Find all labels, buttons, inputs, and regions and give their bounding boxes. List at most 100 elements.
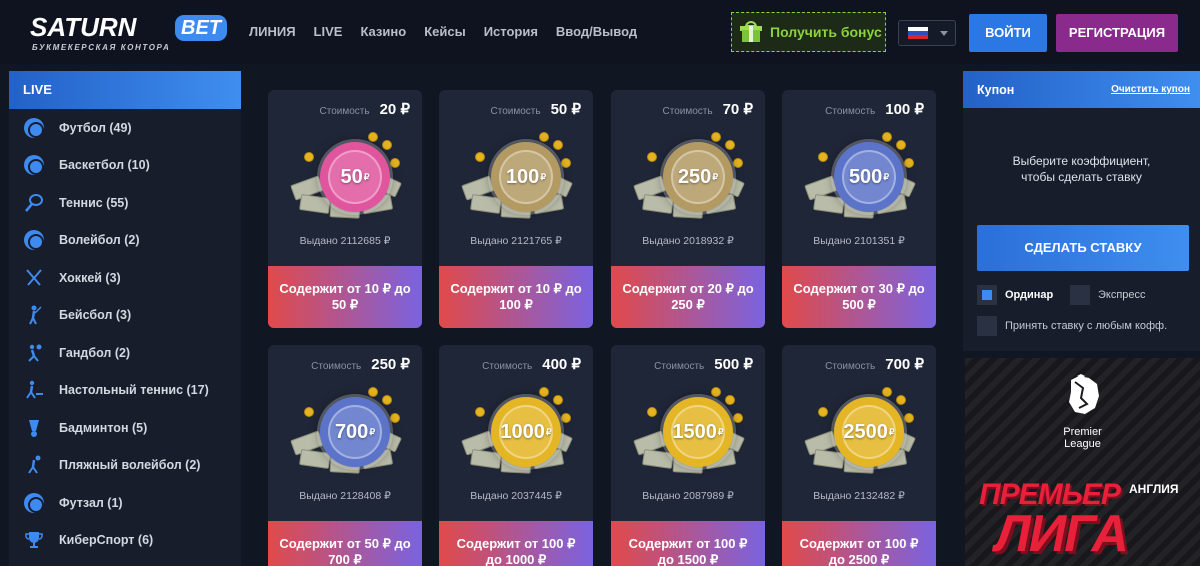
gold-coin-icon <box>711 132 721 142</box>
sidebar-item-label: КиберСпорт (6) <box>59 533 154 548</box>
sidebar-item-label: Бейсбол (3) <box>59 308 132 323</box>
case-issued-total: Выдано 2101351 ₽ <box>813 235 905 247</box>
sidebar-item-tennis[interactable]: Теннис (55) <box>9 184 241 222</box>
accept-any-odds-option[interactable]: Принять ставку с любым кофф. <box>977 316 1167 336</box>
ruble-sign: ₽ <box>883 171 890 182</box>
case-coin-value: 250 <box>677 165 712 188</box>
ruble-sign: ₽ <box>717 426 724 437</box>
sidebar-item-badminton[interactable]: Бадминтон (5) <box>9 409 241 447</box>
case-issued-total: Выдано 2112685 ₽ <box>299 235 391 247</box>
express-bet-checkbox[interactable] <box>1070 285 1090 305</box>
case-issued-total: Выдано 2121765 ₽ <box>470 235 562 247</box>
case-card[interactable]: Стоимость 700 ₽ 2500 ₽ Выдано 2132482 ₽ … <box>782 345 936 566</box>
case-issued-total: Выдано 2128408 ₽ <box>299 490 391 502</box>
case-cost-label: Стоимость <box>311 361 362 372</box>
case-cost-value: 250 ₽ <box>371 356 410 373</box>
case-card[interactable]: Стоимость 50 ₽ 100 ₽ Выдано 2121765 ₽ Со… <box>439 90 593 328</box>
premier-league-banner[interactable]: Premier League ПРЕМЬЕР АНГЛИЯ ЛИГА <box>965 358 1200 566</box>
nav-deposit-withdraw[interactable]: Ввод/Вывод <box>556 24 637 40</box>
banner-headline-league: ЛИГА <box>995 505 1129 563</box>
single-bet-checkbox[interactable] <box>977 285 997 305</box>
cases-grid: Стоимость 20 ₽ 50 ₽ Выдано 2112685 ₽ Сод… <box>250 71 954 566</box>
pl-text-line-2: League <box>1064 438 1101 450</box>
case-cost-value: 20 ₽ <box>379 101 410 118</box>
nav-line[interactable]: ЛИНИЯ <box>249 24 296 40</box>
case-card[interactable]: Стоимость 500 ₽ 1500 ₽ Выдано 2087989 ₽ … <box>611 345 765 566</box>
case-card[interactable]: Стоимость 250 ₽ 700 ₽ Выдано 2128408 ₽ С… <box>268 345 422 566</box>
gold-coin-icon <box>475 407 485 417</box>
case-contains-range: Содержит от 10 ₽ до 100 ₽ <box>439 266 593 328</box>
saturnbet-logo[interactable]: SATURN BET БУКМЕКЕРСКАЯ КОНТОРА <box>30 12 230 54</box>
case-card[interactable]: Стоимость 20 ₽ 50 ₽ Выдано 2112685 ₽ Сод… <box>268 90 422 328</box>
case-cost-label: Стоимость <box>482 361 533 372</box>
coin-face: 500 ₽ <box>842 150 896 204</box>
gold-coin-icon <box>539 132 549 142</box>
sidebar-item-table-tennis[interactable]: Настольный теннис (17) <box>9 372 241 410</box>
volleyball-icon <box>23 229 45 251</box>
basketball-icon <box>23 154 45 176</box>
case-coin-value: 1500 <box>672 420 717 443</box>
case-card[interactable]: Стоимость 400 ₽ 1000 ₽ Выдано 2037445 ₽ … <box>439 345 593 566</box>
express-bet-option[interactable]: Экспресс <box>1070 285 1146 305</box>
case-card[interactable]: Стоимость 70 ₽ 250 ₽ Выдано 2018932 ₽ Со… <box>611 90 765 328</box>
gold-coin-icon <box>896 140 906 150</box>
gold-coin-icon <box>733 158 743 168</box>
gold-coin-icon <box>561 413 571 423</box>
case-cost: Стоимость 700 ₽ <box>825 355 924 373</box>
case-coin-value: 100 <box>505 165 540 188</box>
nav-cases[interactable]: Кейсы <box>424 24 466 40</box>
case-card[interactable]: Стоимость 100 ₽ 500 ₽ Выдано 2101351 ₽ С… <box>782 90 936 328</box>
case-contains-range: Содержит от 100 ₽ до 2500 ₽ <box>782 521 936 566</box>
case-coin: 1000 ₽ <box>491 397 561 467</box>
ruble-sign: ₽ <box>545 426 552 437</box>
pl-text-line-1: Premier <box>1063 426 1102 438</box>
case-contains-range: Содержит от 30 ₽ до 500 ₽ <box>782 266 936 328</box>
sidebar-title[interactable]: LIVE <box>9 71 241 109</box>
gold-coin-icon <box>304 152 314 162</box>
sidebar-item-basketball[interactable]: Баскетбол (10) <box>9 147 241 185</box>
login-button[interactable]: ВОЙТИ <box>969 14 1047 52</box>
sidebar-item-futsal[interactable]: Футзал (1) <box>9 484 241 522</box>
gold-coin-icon <box>647 152 657 162</box>
sidebar-item-handball[interactable]: Гандбол (2) <box>9 334 241 372</box>
language-selector[interactable] <box>898 20 956 46</box>
accept-any-odds-checkbox[interactable] <box>977 316 997 336</box>
table-tennis-icon <box>23 379 45 401</box>
sidebar-item-label: Пляжный волейбол (2) <box>59 458 201 473</box>
nav-casino[interactable]: Казино <box>360 24 406 40</box>
get-bonus-label: Получить бонус <box>770 24 882 40</box>
gold-coin-icon <box>553 140 563 150</box>
sidebar-item-beach-volleyball[interactable]: Пляжный волейбол (2) <box>9 447 241 485</box>
sidebar-item-baseball[interactable]: Бейсбол (3) <box>9 297 241 335</box>
sidebar-item-esports[interactable]: КиберСпорт (6) <box>9 522 241 560</box>
nav-live[interactable]: LIVE <box>314 24 343 40</box>
gold-coin-icon <box>725 395 735 405</box>
clear-coupon-link[interactable]: Очистить купон <box>1111 84 1190 95</box>
get-bonus-button[interactable]: Получить бонус <box>731 12 886 52</box>
gift-icon <box>740 21 762 43</box>
gold-coin-icon <box>733 413 743 423</box>
place-bet-button[interactable]: СДЕЛАТЬ СТАВКУ <box>977 225 1189 271</box>
banner-headline-england: АНГЛИЯ <box>1129 482 1179 496</box>
sidebar-item-football[interactable]: Футбол (49) <box>9 109 241 147</box>
gold-coin-icon <box>304 407 314 417</box>
sidebar-item-label: Хоккей (3) <box>59 270 121 285</box>
case-contains-range: Содержит от 100 ₽ до 1000 ₽ <box>439 521 593 566</box>
single-bet-option[interactable]: Ординар <box>977 285 1053 305</box>
gold-coin-icon <box>390 413 400 423</box>
case-issued-total: Выдано 2087989 ₽ <box>642 490 734 502</box>
coin-face: 50 ₽ <box>328 150 382 204</box>
logo-bet-badge: BET <box>175 15 227 41</box>
sidebar-item-volleyball[interactable]: Волейбол (2) <box>9 222 241 260</box>
register-button[interactable]: РЕГИСТРАЦИЯ <box>1056 14 1178 52</box>
baseball-player-icon <box>23 304 45 326</box>
sidebar-item-hockey[interactable]: Хоккей (3) <box>9 259 241 297</box>
sidebar-item-label: Футбол (49) <box>59 120 132 135</box>
gold-coin-icon <box>390 158 400 168</box>
gold-coin-icon <box>539 387 549 397</box>
futsal-ball-icon <box>23 492 45 514</box>
soccer-ball-icon <box>23 117 45 139</box>
case-prize-illustration: 1500 ₽ <box>633 383 745 475</box>
case-cost-label: Стоимость <box>654 361 705 372</box>
nav-history[interactable]: История <box>484 24 538 40</box>
